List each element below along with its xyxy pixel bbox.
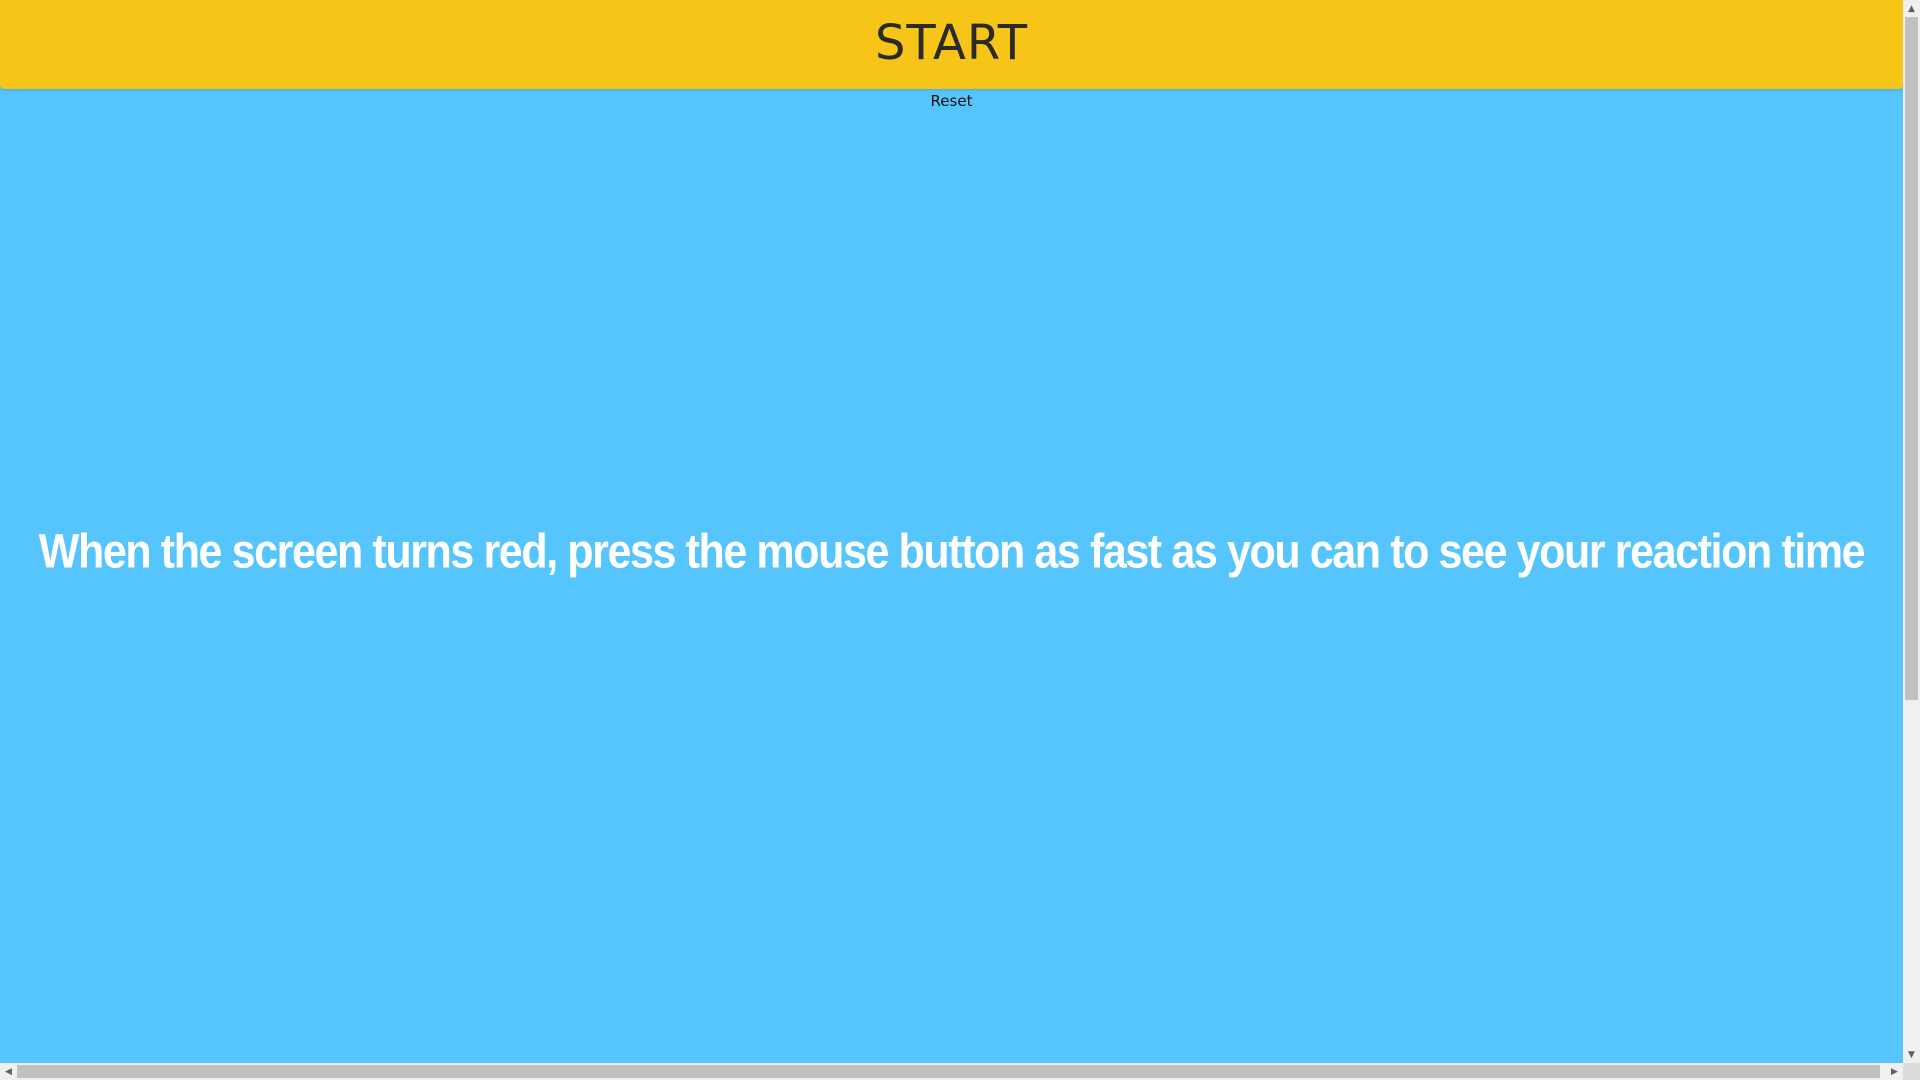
horizontal-scrollbar[interactable]: ◀ ▶: [0, 1063, 1903, 1080]
vertical-scroll-thumb[interactable]: [1905, 17, 1918, 700]
start-button[interactable]: START: [0, 0, 1903, 89]
start-label: START: [874, 14, 1029, 71]
reaction-area[interactable]: START Reset When the screen turns red, p…: [0, 0, 1903, 1063]
instructions-text: When the screen turns red, press the mou…: [38, 525, 1866, 579]
scroll-left-arrow-icon[interactable]: ◀: [0, 1063, 17, 1080]
scrollbar-corner: [1903, 1063, 1920, 1080]
scroll-up-arrow-icon[interactable]: ▲: [1903, 0, 1920, 17]
scroll-down-arrow-icon[interactable]: ▼: [1903, 1046, 1920, 1063]
scroll-right-arrow-icon[interactable]: ▶: [1886, 1063, 1903, 1080]
horizontal-scroll-thumb[interactable]: [17, 1065, 1880, 1078]
reset-button[interactable]: Reset: [931, 92, 973, 110]
vertical-scrollbar[interactable]: ▲ ▼: [1903, 0, 1920, 1063]
reset-row: Reset: [0, 92, 1903, 110]
